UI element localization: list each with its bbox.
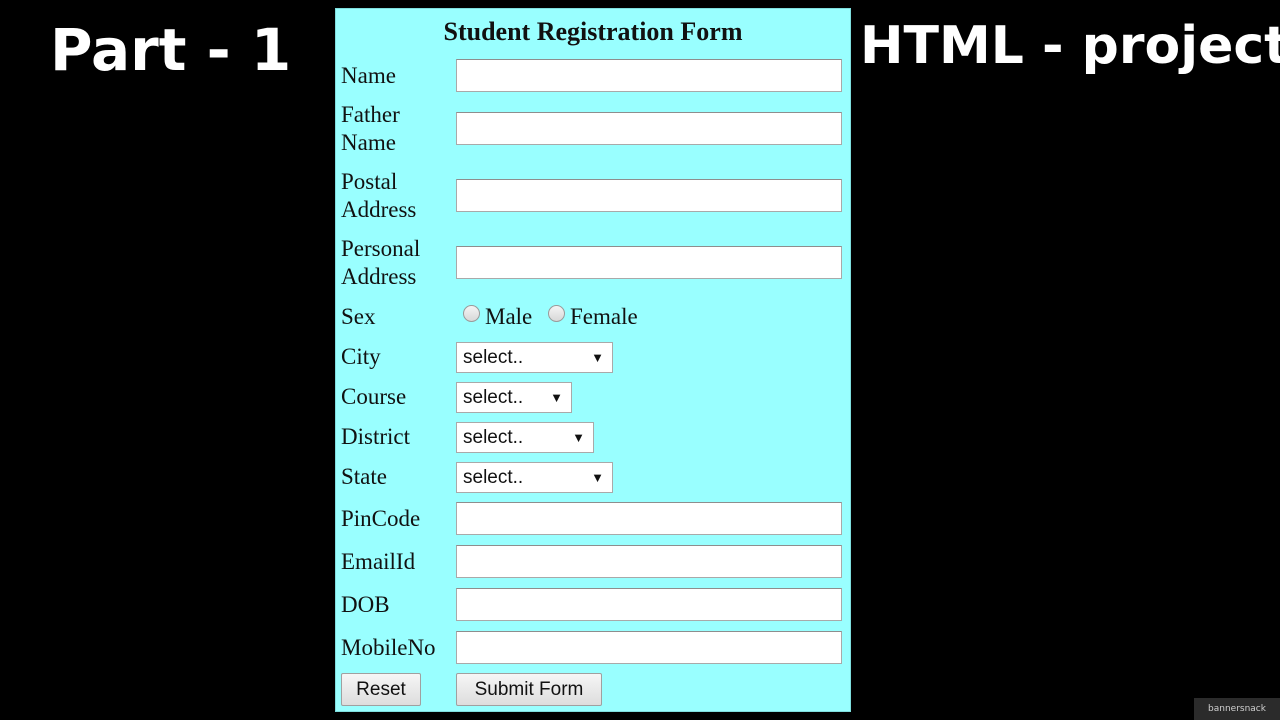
father-name-input[interactable] <box>456 112 842 145</box>
personal-address-input[interactable] <box>456 246 842 279</box>
chevron-down-icon: ▼ <box>591 350 604 365</box>
email-label: EmailId <box>341 549 416 574</box>
name-label: Name <box>341 63 396 88</box>
personal-address-row: Personal Address <box>341 235 847 291</box>
mobile-input[interactable] <box>456 631 842 664</box>
name-row: Name <box>341 59 847 93</box>
course-select-value: select.. <box>463 387 524 408</box>
personal-address-label: Personal Address <box>341 236 421 289</box>
email-input[interactable] <box>456 545 842 578</box>
form-title: Student Registration Form <box>443 17 743 46</box>
name-input[interactable] <box>456 59 842 92</box>
sex-row: Sex Male Female <box>341 303 847 333</box>
city-select[interactable]: select.. ▼ <box>456 342 613 373</box>
city-select-value: select.. <box>463 347 524 368</box>
reset-button[interactable]: Reset <box>341 673 421 706</box>
video-frame: Part - 1 HTML - project Student Registra… <box>0 0 1280 720</box>
course-label: Course <box>341 384 407 409</box>
male-radio[interactable] <box>463 305 480 322</box>
dob-label: DOB <box>341 592 390 617</box>
dob-input[interactable] <box>456 588 842 621</box>
banner-part-label: Part - 1 <box>50 16 292 84</box>
sex-radio-group: Male Female <box>463 303 648 331</box>
chevron-down-icon: ▼ <box>550 390 563 405</box>
city-label: City <box>341 344 381 369</box>
registration-form: Student Registration Form Name Father Na… <box>335 8 851 712</box>
chevron-down-icon: ▼ <box>591 470 604 485</box>
dob-row: DOB <box>341 588 847 622</box>
father-name-label: Father Name <box>341 102 400 155</box>
state-select-value: select.. <box>463 467 524 488</box>
female-radio-label: Female <box>570 304 638 329</box>
pincode-label: PinCode <box>341 506 421 531</box>
state-select[interactable]: select.. ▼ <box>456 462 613 493</box>
bannersnack-watermark: bannersnack <box>1194 698 1280 720</box>
email-row: EmailId <box>341 545 847 579</box>
mobile-label: MobileNo <box>341 635 436 660</box>
female-radio[interactable] <box>548 305 566 322</box>
chevron-down-icon: ▼ <box>572 430 585 445</box>
button-row: Reset Submit Form <box>341 673 847 707</box>
course-select[interactable]: select.. ▼ <box>456 382 572 413</box>
district-select[interactable]: select.. ▼ <box>456 422 594 453</box>
postal-address-label: Postal Address <box>341 169 417 222</box>
district-row: District select.. ▼ <box>341 422 847 454</box>
pincode-input[interactable] <box>456 502 842 535</box>
submit-form-button[interactable]: Submit Form <box>456 673 602 706</box>
pincode-row: PinCode <box>341 502 847 536</box>
city-row: City select.. ▼ <box>341 342 847 374</box>
male-radio-label: Male <box>485 304 533 329</box>
banner-project-label: HTML - project <box>860 16 1280 76</box>
father-name-row: Father Name <box>341 101 847 157</box>
postal-address-row: Postal Address <box>341 168 847 224</box>
district-select-value: select.. <box>463 427 524 448</box>
sex-label: Sex <box>341 304 376 329</box>
state-label: State <box>341 464 387 489</box>
state-row: State select.. ▼ <box>341 462 847 494</box>
district-label: District <box>341 424 410 449</box>
mobile-row: MobileNo <box>341 631 847 665</box>
postal-address-input[interactable] <box>456 179 842 212</box>
course-row: Course select.. ▼ <box>341 382 847 414</box>
